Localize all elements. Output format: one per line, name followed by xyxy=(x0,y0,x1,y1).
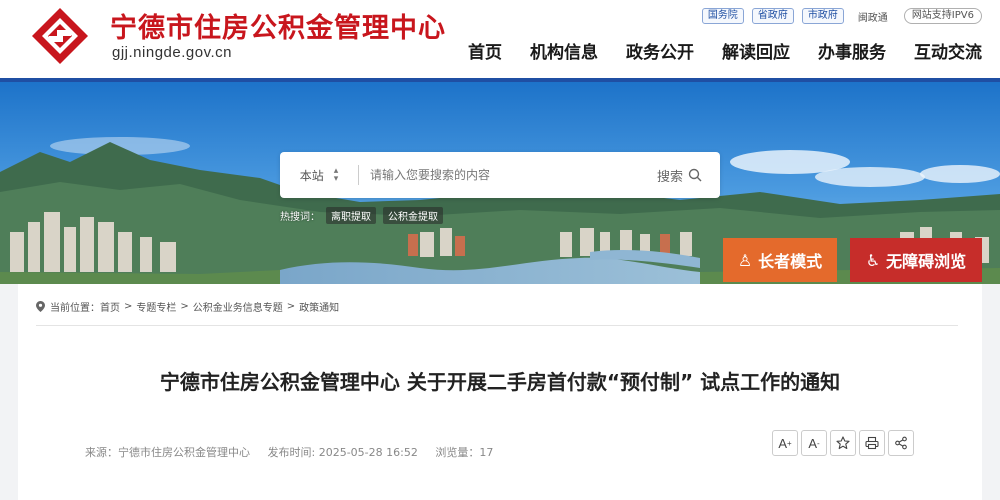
elder-mode-label: 长者模式 xyxy=(758,252,823,271)
article-meta: 来源：宁德市住房公积金管理中心 发布时间: 2025-05-28 16:52 浏… xyxy=(85,444,507,460)
search-button[interactable]: 搜索 xyxy=(657,152,702,198)
elder-mode-button[interactable]: ♙ 长者模式 xyxy=(723,238,837,282)
minus-icon: - xyxy=(817,438,820,448)
breadcrumb-fund-business[interactable]: 公积金业务信息专题 xyxy=(193,299,283,314)
elder-icon: ♙ xyxy=(737,250,753,270)
article-source: 来源：宁德市住房公积金管理中心 xyxy=(85,446,250,459)
search-box: 本站 ▴▾ 搜索 xyxy=(280,152,720,198)
nav-services[interactable]: 办事服务 xyxy=(818,38,886,63)
site-header: 宁德市住房公积金管理中心 gjj.ningde.gov.cn 国务院 省政府 市… xyxy=(0,0,1000,80)
font-decrease-label: A xyxy=(808,435,817,451)
search-scope-select[interactable]: 本站 ▴ ▾ xyxy=(280,152,358,198)
nav-org-info[interactable]: 机构信息 xyxy=(530,38,598,63)
search-icon xyxy=(688,168,702,182)
breadcrumb: 当前位置： 首页 > 专题专栏 > 公积金业务信息专题 > 政策通知 xyxy=(36,299,339,314)
breadcrumb-divider xyxy=(36,325,958,326)
font-increase-button[interactable]: A + xyxy=(772,430,798,456)
font-decrease-button[interactable]: A- xyxy=(801,430,827,456)
link-provincial-gov[interactable]: 省政府 xyxy=(751,8,794,24)
hot-word-resign-withdrawal[interactable]: 离职提取 xyxy=(326,207,376,224)
nav-interaction[interactable]: 互动交流 xyxy=(914,38,982,63)
search-button-label: 搜索 xyxy=(656,169,683,185)
print-button[interactable] xyxy=(859,430,885,456)
main-nav: 首页 机构信息 政务公开 解读回应 办事服务 互动交流 xyxy=(440,38,982,63)
search-input[interactable] xyxy=(370,160,640,190)
nav-gov-affairs[interactable]: 政务公开 xyxy=(626,38,694,63)
breadcrumb-label: 当前位置： xyxy=(50,303,100,314)
link-minzhengtong[interactable]: 闽政通 xyxy=(858,9,888,24)
favorite-button[interactable] xyxy=(830,430,856,456)
site-domain: gjj.ningde.gov.cn xyxy=(112,44,232,61)
printer-icon xyxy=(865,436,879,450)
breadcrumb-special-topics[interactable]: 专题专栏 xyxy=(136,299,176,314)
wheelchair-icon: ♿ xyxy=(865,250,881,270)
ipv6-badge: 网站支持IPV6 xyxy=(903,8,982,24)
hot-words: 热搜词： 离职提取 公积金提取 xyxy=(280,207,450,224)
breadcrumb-separator: > xyxy=(180,301,189,312)
breadcrumb-separator: > xyxy=(124,301,133,312)
updown-arrows-icon: ▴ ▾ xyxy=(333,166,339,184)
breadcrumb-policy-notices[interactable]: 政策通知 xyxy=(299,299,339,314)
star-icon xyxy=(836,436,850,450)
plus-icon: + xyxy=(787,438,792,448)
font-increase-label: A xyxy=(778,435,787,451)
hot-words-label: 热搜词： xyxy=(280,212,320,223)
hot-word-fund-withdrawal[interactable]: 公积金提取 xyxy=(383,207,443,224)
nav-interpretation[interactable]: 解读回应 xyxy=(722,38,790,63)
search-scope-label: 本站 xyxy=(299,168,324,183)
share-button[interactable] xyxy=(888,430,914,456)
accessibility-button[interactable]: ♿ 无障碍浏览 xyxy=(850,238,982,282)
share-icon xyxy=(895,436,907,450)
accessibility-label: 无障碍浏览 xyxy=(886,252,967,271)
nav-home[interactable]: 首页 xyxy=(468,38,502,63)
breadcrumb-home[interactable]: 首页 xyxy=(100,299,120,314)
article-tools: A + A- xyxy=(772,430,917,456)
article-published: 发布时间: 2025-05-28 16:52 xyxy=(267,446,418,459)
link-state-council[interactable]: 国务院 xyxy=(701,8,744,24)
scope-divider xyxy=(358,165,359,185)
article-views: 浏览量：17 xyxy=(435,446,494,459)
breadcrumb-separator: > xyxy=(286,301,296,312)
logo-icon[interactable] xyxy=(30,6,90,66)
link-city-gov[interactable]: 市政府 xyxy=(801,8,844,24)
location-pin-icon xyxy=(36,301,45,312)
site-name[interactable]: 宁德市住房公积金管理中心 xyxy=(110,6,446,45)
article-title: 宁德市住房公积金管理中心 关于开展二手房首付款“预付制” 试点工作的通知 xyxy=(159,370,841,394)
top-bar: 国务院 省政府 市政府 闽政通 网站支持IPV6 xyxy=(694,7,982,25)
